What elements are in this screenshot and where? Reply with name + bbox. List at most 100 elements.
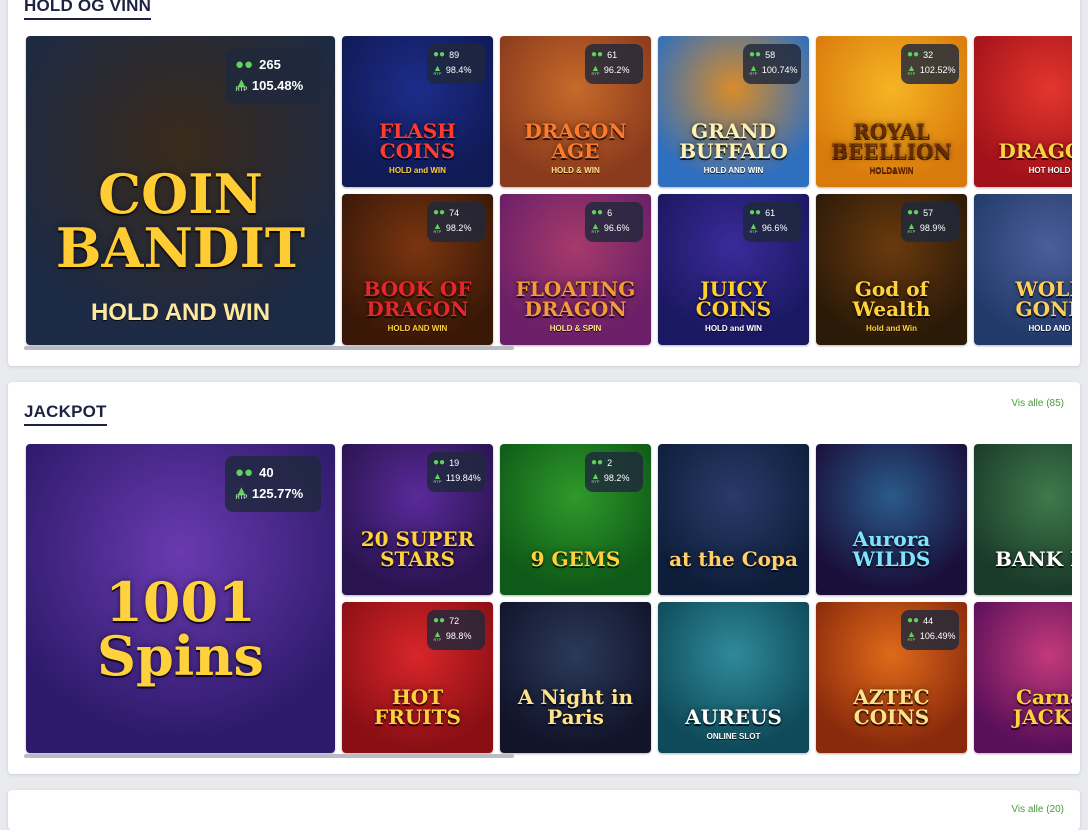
- game-stats-badge: ●● 265 ▲ RTP 105.48%: [225, 48, 321, 104]
- players-value: 58: [765, 49, 776, 60]
- players-count: ●● 2: [591, 457, 612, 468]
- game-tile[interactable]: COIN BANDIT HOLD AND WIN ●● 265 ▲ RTP 105.48%: [26, 36, 335, 345]
- game-title: BOOK OF DRAGON: [363, 277, 472, 321]
- game-title: BANK RO: [994, 547, 1072, 571]
- players-count: ●● 89: [433, 49, 459, 60]
- horizontal-scrollbar[interactable]: [24, 346, 514, 350]
- rtp-value: 96.6%: [761, 223, 788, 234]
- game-subtitle: HOLD and WIN: [705, 324, 762, 333]
- players-icon: ●●: [907, 49, 920, 60]
- players-value: 40: [259, 465, 274, 480]
- rtp-icon: ▲ RTP: [433, 471, 442, 485]
- game-tile[interactable]: JUICY COINS HOLD and WIN ●● 61 ▲ RTP 96.6%: [658, 194, 809, 345]
- game-title: 9 GEMS: [530, 547, 621, 571]
- game-tile[interactable]: Carna JACKP: [974, 602, 1072, 753]
- game-tile[interactable]: FLOATING DRAGON HOLD & SPIN ●● 6 ▲ RTP 96.6%: [500, 194, 651, 345]
- game-tile[interactable]: FLASH COINS HOLD and WIN ●● 89 ▲ RTP 98.4%: [342, 36, 493, 187]
- rtp-value-line: ▲ RTP 105.48%: [235, 76, 304, 94]
- game-tile[interactable]: AZTEC COINS ●● 44 ▲ RTP 106.49%: [816, 602, 967, 753]
- rtp-value: 102.52%: [919, 65, 956, 76]
- game-stats-badge: ●● 19 ▲ RTP 119.84%: [427, 452, 485, 492]
- game-tile[interactable]: WOLF GONE HOLD AND: [974, 194, 1072, 345]
- rtp-value: 98.2%: [445, 223, 472, 234]
- rtp-value: 98.8%: [445, 631, 472, 642]
- game-tile[interactable]: at the Copa: [658, 444, 809, 595]
- players-icon: ●●: [235, 464, 254, 481]
- rtp-value: 98.9%: [919, 223, 946, 234]
- game-title: COIN BANDIT: [55, 162, 306, 280]
- rtp-value: 119.84%: [445, 473, 481, 484]
- game-tile[interactable]: God of Wealth Hold and Win ●● 57 ▲ RTP 98.9%: [816, 194, 967, 345]
- game-stats-badge: ●● 58 ▲ RTP 100.74%: [743, 44, 801, 84]
- game-title: A Night in Paris: [517, 685, 634, 729]
- players-value: 44: [923, 615, 934, 626]
- game-tile[interactable]: DRAGON HOT HOLD: [974, 36, 1072, 187]
- game-stats-badge: ●● 6 ▲ RTP 96.6%: [585, 202, 643, 242]
- game-tile[interactable]: Aurora WILDS: [816, 444, 967, 595]
- players-icon: ●●: [749, 49, 762, 60]
- game-tile[interactable]: AUREUS ONLINE SLOT: [658, 602, 809, 753]
- game-stats-badge: ●● 32 ▲ RTP 102.52%: [901, 44, 959, 84]
- game-thumbnail: [500, 602, 651, 753]
- rtp-label: RTP: [907, 71, 916, 77]
- rtp-icon: ▲ RTP: [433, 63, 442, 75]
- game-title: AUREUS: [685, 705, 782, 729]
- horizontal-scrollbar[interactable]: [24, 754, 514, 758]
- game-stats-badge: ●● 61 ▲ RTP 96.2%: [585, 44, 643, 84]
- game-stats-badge: ●● 40 ▲ RTP 125.77%: [225, 456, 321, 512]
- rtp-label: RTP: [907, 229, 916, 235]
- game-tile[interactable]: 9 GEMS ●● 2 ▲ RTP 98.2%: [500, 444, 651, 595]
- players-value: 61: [765, 207, 776, 218]
- game-subtitle: HOLD and WIN: [389, 166, 446, 175]
- game-tile[interactable]: GRAND BUFFALO HOLD AND WIN ●● 58 ▲ RTP 100.74%: [658, 36, 809, 187]
- game-thumbnail: [658, 444, 809, 595]
- rtp-label: RTP: [235, 87, 248, 94]
- players-icon: ●●: [591, 207, 604, 218]
- rtp-icon: ▲ RTP: [433, 629, 442, 641]
- rtp-icon: ▲ RTP: [235, 76, 248, 94]
- game-tile[interactable]: 1001 Spins ●● 40 ▲ RTP 125.77%: [26, 444, 335, 753]
- game-title: 20 SUPER STARS: [360, 527, 475, 571]
- game-subtitle: HOT HOLD: [1028, 166, 1071, 175]
- rtp-icon: ▲ RTP: [749, 63, 758, 75]
- rtp-value-line: ▲ RTP 119.84%: [433, 471, 481, 485]
- rtp-value: 96.6%: [603, 223, 630, 234]
- rtp-icon: ▲ RTP: [907, 221, 916, 235]
- game-stats-badge: ●● 89 ▲ RTP 98.4%: [427, 44, 485, 84]
- game-tile[interactable]: BANK RO: [974, 444, 1072, 595]
- players-count: ●● 44: [907, 615, 933, 626]
- rtp-value: 96.2%: [603, 65, 630, 76]
- game-title: 1001 Spins: [97, 570, 264, 688]
- game-tile[interactable]: DRAGON AGE HOLD & WIN ●● 61 ▲ RTP 96.2%: [500, 36, 651, 187]
- game-title: ROYAL BEELLION: [831, 119, 952, 163]
- players-value: 6: [607, 207, 613, 218]
- players-icon: ●●: [907, 615, 920, 626]
- section-hold-og-vinn: HOLD OG VINN COIN BANDIT HOLD AND WIN ●● 26…: [8, 0, 1080, 366]
- players-value: 19: [449, 457, 460, 468]
- rtp-value: 125.77%: [251, 486, 304, 502]
- game-stats-badge: ●● 61 ▲ RTP 96.6%: [743, 202, 801, 242]
- players-count: ●● 72: [433, 615, 459, 626]
- game-tile[interactable]: BOOK OF DRAGON HOLD AND WIN ●● 74 ▲ RTP 98.2%: [342, 194, 493, 345]
- game-tile[interactable]: ROYAL BEELLION HOLD&WIN ●● 32 ▲ RTP 102.52%: [816, 36, 967, 187]
- game-title: AZTEC COINS: [853, 685, 930, 729]
- players-value: 57: [923, 207, 934, 218]
- game-tile[interactable]: 20 SUPER STARS ●● 19 ▲ RTP 119.84%: [342, 444, 493, 595]
- rtp-value: 105.48%: [251, 78, 304, 94]
- rtp-value-line: ▲ RTP 98.4%: [433, 63, 471, 75]
- players-count: ●● 61: [591, 49, 617, 60]
- rtp-label: RTP: [591, 479, 600, 485]
- game-subtitle: Hold and Win: [865, 324, 918, 333]
- rtp-label: RTP: [433, 479, 442, 485]
- game-stats-badge: ●● 2 ▲ RTP 98.2%: [585, 452, 643, 492]
- game-thumbnail: [974, 36, 1072, 187]
- game-tile[interactable]: A Night in Paris: [500, 602, 651, 753]
- game-tile[interactable]: HOT FRUITS ●● 72 ▲ RTP 98.8%: [342, 602, 493, 753]
- game-subtitle: HOLD&WIN: [869, 166, 914, 175]
- rtp-label: RTP: [591, 71, 600, 77]
- see-all-link[interactable]: Vis alle (85): [1011, 398, 1064, 409]
- players-count: ●● 61: [749, 207, 775, 218]
- players-value: 32: [923, 49, 934, 60]
- players-value: 61: [607, 49, 618, 60]
- rtp-label: RTP: [749, 229, 758, 235]
